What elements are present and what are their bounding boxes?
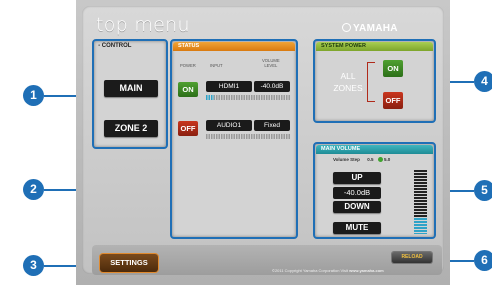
volume-level-display: -40.0dB [333, 187, 381, 199]
system-power-panel: SYSTEM POWER ALL ZONES ON OFF [313, 39, 436, 123]
callout-5: 5 [474, 180, 492, 201]
volume-step-radio-icon[interactable] [377, 157, 383, 162]
volume-meter-fill [414, 218, 427, 234]
status-row2-input: AUDIO1 [206, 120, 252, 131]
status-header: STATUS [173, 42, 295, 51]
status-row1-input: HDMI1 [206, 81, 252, 92]
callout-4: 4 [474, 71, 492, 92]
zones-bracket [367, 62, 375, 102]
reload-button[interactable]: RELOAD [392, 252, 432, 263]
volume-step-row: Volume Step 0.5 5.0 [333, 157, 390, 162]
settings-button[interactable]: SETTINGS [100, 254, 158, 272]
status-panel: STATUS POWER INPUT VOLUME LEVEL ON HDMI1 … [170, 39, 298, 239]
system-power-on-button[interactable]: ON [383, 60, 403, 77]
volume-step-label: Volume Step [333, 157, 360, 162]
volume-meter [414, 170, 427, 234]
yamaha-emblem-icon [342, 23, 351, 32]
status-col-power: POWER [180, 63, 196, 68]
status-row1-level-meter [206, 95, 290, 100]
page-title: top menu [96, 14, 190, 36]
status-row1-power-button[interactable]: ON [178, 82, 198, 97]
main-zone-button[interactable]: MAIN [104, 80, 158, 97]
system-power-off-button[interactable]: OFF [383, 92, 403, 109]
callout-2: 2 [23, 179, 44, 200]
callout-6: 6 [474, 250, 492, 271]
control-panel: ▪ CONTROL MAIN ZONE 2 [92, 39, 168, 149]
status-row2-level-meter [206, 134, 290, 139]
system-power-header: SYSTEM POWER [316, 42, 433, 51]
volume-step-option-b[interactable]: 5.0 [384, 157, 390, 162]
status-col-volume: VOLUME LEVEL [262, 58, 280, 68]
callout-3: 3 [23, 255, 44, 276]
brand-name: YAMAHA [353, 23, 398, 34]
brand-logo: YAMAHA [342, 18, 398, 36]
yamaha-link[interactable]: www.yamaha.com [349, 268, 384, 273]
status-row2-volume: Fixed [254, 120, 290, 131]
control-header: ▪ CONTROL [98, 43, 132, 49]
status-row1-volume: -40.0dB [254, 81, 290, 92]
zone2-button[interactable]: ZONE 2 [104, 120, 158, 137]
all-zones-label: ALL ZONES [333, 71, 363, 93]
mute-button[interactable]: MUTE [333, 222, 381, 234]
status-row1-level-fill [206, 95, 215, 100]
volume-step-option-a[interactable]: 0.5 [367, 157, 373, 162]
status-row2-power-button[interactable]: OFF [178, 121, 198, 136]
footer-bar: SETTINGS RELOAD ©2011 Copyright Yamaha C… [92, 245, 442, 275]
main-volume-panel: MAIN VOLUME Volume Step 0.5 5.0 UP -40.0… [313, 142, 436, 239]
volume-down-button[interactable]: DOWN [333, 201, 381, 213]
copyright-text: ©2011 Copyright Yamaha Corporation Visit… [272, 268, 384, 273]
main-volume-header: MAIN VOLUME [316, 145, 433, 154]
volume-up-button[interactable]: UP [333, 172, 381, 184]
status-col-input: INPUT [210, 63, 223, 68]
callout-1: 1 [23, 85, 44, 106]
